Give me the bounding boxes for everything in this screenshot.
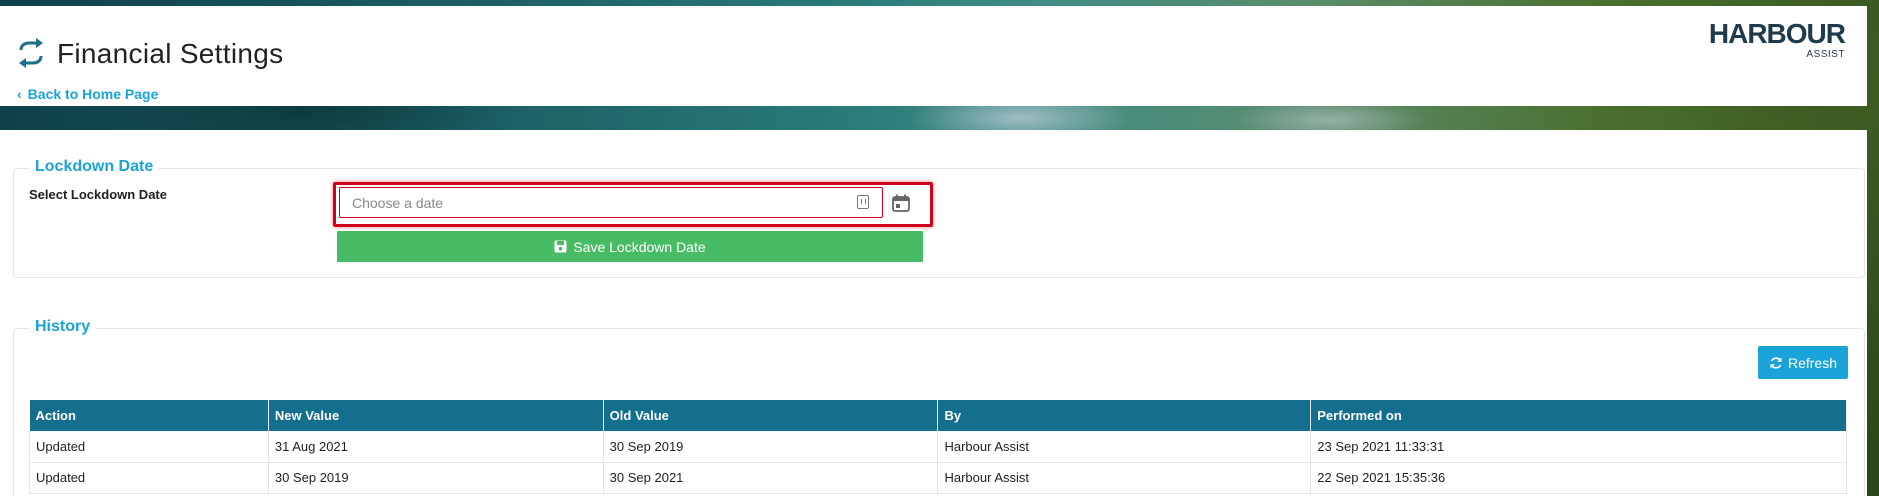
clipboard-icon <box>857 195 869 209</box>
column-header-performed-on[interactable]: Performed on <box>1310 400 1847 431</box>
cell-new-value: 30 Sep 2019 <box>268 462 604 494</box>
lockdown-field-label: Select Lockdown Date <box>29 187 167 202</box>
calendar-icon[interactable] <box>891 193 911 213</box>
exchange-arrows-icon <box>19 38 43 68</box>
refresh-button-label: Refresh <box>1787 354 1838 371</box>
refresh-icon <box>1770 356 1782 369</box>
cell-old-value: 30 Sep 2019 <box>603 431 939 463</box>
lockdown-section <box>13 168 1865 278</box>
lockdown-legend: Lockdown Date <box>29 158 160 176</box>
cell-new-value: 31 Aug 2021 <box>268 431 604 463</box>
history-legend: History <box>29 318 97 336</box>
save-button-label: Save Lockdown Date <box>573 238 706 255</box>
logo-sub: ASSIST <box>1806 49 1845 60</box>
column-header-by[interactable]: By <box>937 400 1312 431</box>
page-title: Financial Settings <box>57 38 284 69</box>
column-header-new-value[interactable]: New Value <box>268 400 604 431</box>
cell-old-value: 30 Sep 2021 <box>603 462 939 494</box>
table-row: Updated 31 Aug 2021 30 Sep 2019 Harbour … <box>29 431 1847 463</box>
back-link-label: Back to Home Page <box>27 86 159 102</box>
logo-word: HARBOUR <box>1708 18 1846 49</box>
background-edge <box>1867 130 1879 496</box>
column-header-old-value[interactable]: Old Value <box>603 400 939 431</box>
harbour-assist-logo: HARBOUR ASSIST <box>1708 18 1846 61</box>
chevron-left-icon: ‹ <box>17 86 22 102</box>
back-to-home-link[interactable]: ‹ Back to Home Page <box>17 86 158 102</box>
cell-action: Updated <box>29 462 269 494</box>
table-header-row: Action New Value Old Value By Performed … <box>29 400 1847 431</box>
cell-performed-on: 22 Sep 2021 15:35:36 <box>1310 462 1847 494</box>
history-table: Action New Value Old Value By Performed … <box>29 400 1847 494</box>
cell-action: Updated <box>29 431 269 463</box>
floppy-disk-icon <box>554 240 567 253</box>
column-header-action[interactable]: Action <box>29 400 269 431</box>
lockdown-date-input[interactable] <box>339 187 883 218</box>
cell-by: Harbour Assist <box>937 431 1312 463</box>
cell-performed-on: 23 Sep 2021 11:33:31 <box>1310 431 1847 463</box>
header-card: Financial Settings ‹ Back to Home Page H… <box>0 6 1867 106</box>
save-lockdown-date-button[interactable]: Save Lockdown Date <box>337 231 923 262</box>
cell-by: Harbour Assist <box>937 462 1312 494</box>
table-row: Updated 30 Sep 2019 30 Sep 2021 Harbour … <box>29 462 1847 494</box>
refresh-button[interactable]: Refresh <box>1758 346 1848 379</box>
